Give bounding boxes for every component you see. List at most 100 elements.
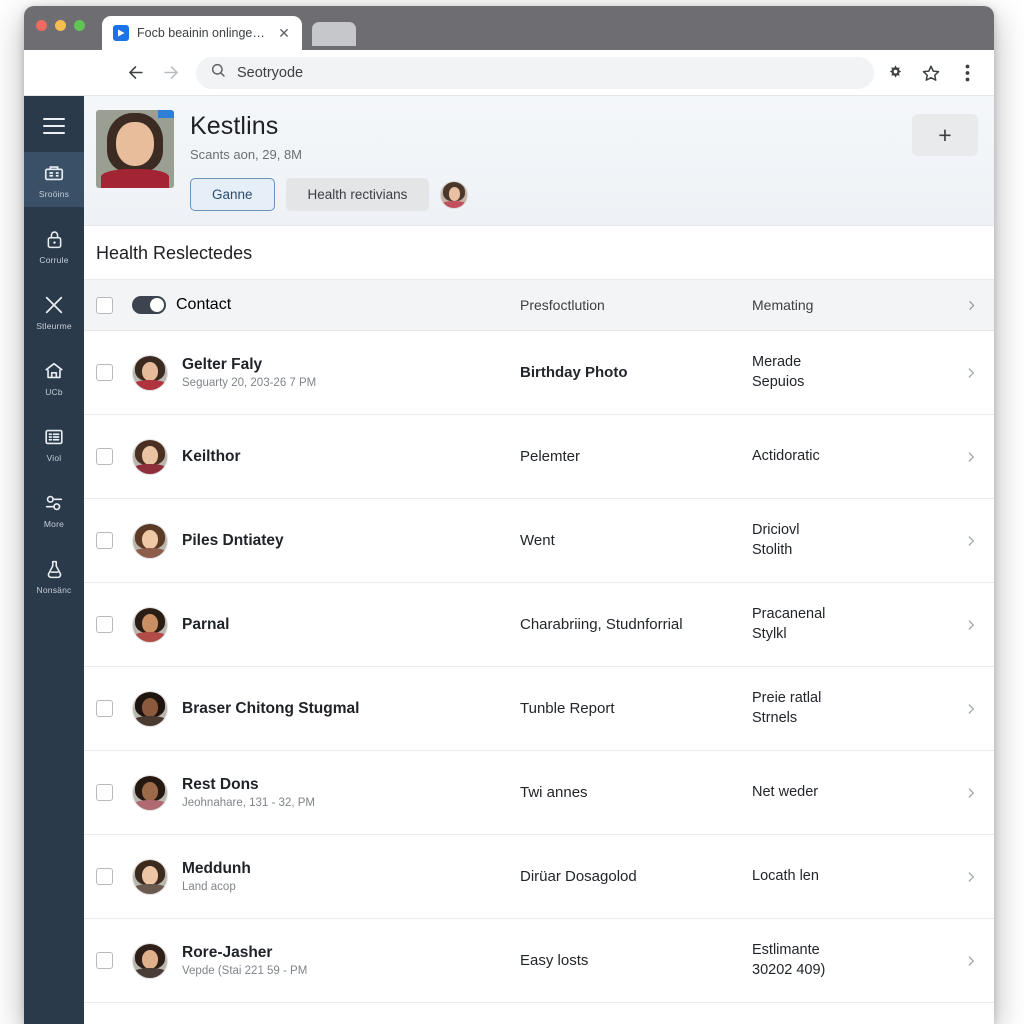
- star-icon[interactable]: [920, 62, 942, 84]
- sidebar: Sroöins Corrule Stleurme UCb Viol More N…: [24, 96, 84, 1024]
- maximize-window-button[interactable]: [74, 20, 85, 31]
- app-body: Sroöins Corrule Stleurme UCb Viol More N…: [24, 96, 994, 1024]
- table-row[interactable]: Rest Dons Jeohnahare, 131 - 32, PM Twi a…: [84, 751, 994, 835]
- browser-tab[interactable]: Focb beainin onlingepant ✕: [102, 16, 302, 50]
- table-row[interactable]: Piles Dntiatey Went Driciovl Stolith: [84, 499, 994, 583]
- select-all-checkbox[interactable]: [96, 296, 113, 314]
- sidebar-item-corrule[interactable]: Corrule: [24, 218, 84, 273]
- new-tab-button[interactable]: [312, 22, 356, 46]
- address-bar[interactable]: Seotryode: [196, 56, 874, 89]
- row-checkbox[interactable]: [96, 868, 113, 885]
- address-bar-input[interactable]: Seotryode: [237, 65, 303, 81]
- contact-cell: Parnal: [132, 606, 520, 643]
- profile-header: Kestlins Scants aon, 29, 8M Ganne Health…: [84, 96, 994, 226]
- table-row[interactable]: Rore-Jasher Vepde (Stai 221 59 - PM Easy…: [84, 919, 994, 1003]
- table-row[interactable]: Gelter Faly Seguarty 20, 203-26 7 PM Bir…: [84, 331, 994, 415]
- chevron-right-icon[interactable]: [952, 534, 978, 548]
- profile-photo: [96, 110, 174, 188]
- header-contact: Contact: [176, 296, 232, 313]
- contact-name: Meddunh: [182, 860, 251, 877]
- row-checkbox-cell[interactable]: [96, 532, 132, 549]
- dashboard-icon: [42, 161, 66, 185]
- memating-cell: Preie ratlal Strnels: [752, 690, 822, 726]
- sidebar-item-nonsänc[interactable]: Nonsänc: [24, 548, 84, 603]
- row-checkbox-cell[interactable]: [96, 616, 132, 633]
- chevron-right-icon[interactable]: [952, 786, 978, 800]
- contact-name: Parnal: [182, 615, 230, 633]
- avatar: [132, 774, 168, 811]
- chevron-right-icon[interactable]: [952, 954, 978, 968]
- header-prescription: Presfoctlution: [520, 297, 605, 313]
- lock-icon: [42, 227, 66, 251]
- header-memating: Memating: [752, 296, 814, 313]
- avatar: [132, 942, 168, 979]
- sidebar-item-label: Nonsänc: [36, 585, 72, 595]
- three-dot-menu-icon[interactable]: [956, 62, 978, 84]
- sidebar-item-sroöins[interactable]: Sroöins: [24, 152, 84, 207]
- row-checkbox[interactable]: [96, 616, 113, 633]
- row-checkbox-cell[interactable]: [96, 784, 132, 801]
- table-row[interactable]: Keilthor Pelemter Actidoratic: [84, 415, 994, 499]
- memating-cell: Estlimante 30202 409): [752, 942, 826, 978]
- chevron-right-icon[interactable]: [952, 702, 978, 716]
- table-row[interactable]: Meddunh Land acop Dirüar Dosagolod Locat…: [84, 835, 994, 919]
- prescription-cell: Charabriing, Studnforrial: [520, 616, 683, 633]
- header-toggle-cell[interactable]: [132, 296, 176, 314]
- home-icon: [42, 359, 66, 383]
- minimize-window-button[interactable]: [55, 20, 66, 31]
- sidebar-item-ucb[interactable]: UCb: [24, 350, 84, 405]
- back-arrow-icon[interactable]: [120, 58, 150, 88]
- row-checkbox-cell[interactable]: [96, 448, 132, 465]
- shuffle-x-icon: [42, 293, 66, 317]
- contact-subtitle: Seguarty 20, 203-26 7 PM: [182, 377, 317, 389]
- chevron-right-icon[interactable]: [952, 299, 978, 312]
- chevron-right-icon[interactable]: [952, 870, 978, 884]
- window-controls[interactable]: [36, 20, 85, 31]
- memating-cell: Merade Sepuios: [752, 354, 805, 390]
- select-all-checkbox-cell[interactable]: [96, 296, 132, 314]
- health-rectivians-button[interactable]: Health rectivians: [285, 178, 430, 211]
- sidebar-item-label: Viol: [46, 453, 62, 463]
- close-icon[interactable]: ✕: [276, 25, 292, 41]
- table-row[interactable]: Parnal Charabriing, Studnforrial Pracane…: [84, 583, 994, 667]
- contact-name: Keilthor: [182, 447, 241, 465]
- row-checkbox[interactable]: [96, 700, 113, 717]
- contact-cell: Braser Chitong Stugmal: [132, 690, 520, 727]
- sidebar-item-viol[interactable]: Viol: [24, 416, 84, 471]
- contact-cell: Piles Dntiatey: [132, 522, 520, 559]
- avatar: [132, 606, 168, 643]
- sidebar-item-more[interactable]: More: [24, 482, 84, 537]
- row-checkbox[interactable]: [96, 364, 113, 381]
- tab-strip: Focb beainin onlingepant ✕: [102, 16, 356, 50]
- flask-icon: [42, 557, 66, 581]
- forward-arrow-icon[interactable]: [156, 58, 186, 88]
- contact-cell: Keilthor: [132, 438, 520, 475]
- chevron-right-icon[interactable]: [952, 450, 978, 464]
- sidebar-item-label: Stleurme: [36, 321, 72, 331]
- profile-meta: Kestlins Scants aon, 29, 8M Ganne Health…: [190, 110, 978, 211]
- list-toggle[interactable]: [132, 296, 166, 314]
- search-icon: [210, 62, 226, 83]
- toolbar-icons: [884, 62, 978, 84]
- collaborator-avatar[interactable]: [440, 180, 469, 209]
- hamburger-icon[interactable]: [24, 100, 84, 152]
- row-checkbox-cell[interactable]: [96, 700, 132, 717]
- sidebar-item-label: UCb: [45, 387, 63, 397]
- close-window-button[interactable]: [36, 20, 47, 31]
- row-checkbox-cell[interactable]: [96, 868, 132, 885]
- table-row[interactable]: Braser Chitong Stugmal Tunble Report Pre…: [84, 667, 994, 751]
- add-button[interactable]: +: [912, 114, 978, 156]
- row-checkbox[interactable]: [96, 784, 113, 801]
- row-checkbox-cell[interactable]: [96, 952, 132, 969]
- row-checkbox[interactable]: [96, 448, 113, 465]
- memating-cell: Actidoratic: [752, 447, 820, 464]
- row-checkbox[interactable]: [96, 532, 113, 549]
- chevron-right-icon[interactable]: [952, 366, 978, 380]
- sidebar-item-stleurme[interactable]: Stleurme: [24, 284, 84, 339]
- screenshot-root: Focb beainin onlingepant ✕ Seotryode Sro…: [0, 0, 1024, 1024]
- row-checkbox[interactable]: [96, 952, 113, 969]
- ganne-button[interactable]: Ganne: [190, 178, 275, 211]
- extensions-icon[interactable]: [884, 62, 906, 84]
- row-checkbox-cell[interactable]: [96, 364, 132, 381]
- chevron-right-icon[interactable]: [952, 618, 978, 632]
